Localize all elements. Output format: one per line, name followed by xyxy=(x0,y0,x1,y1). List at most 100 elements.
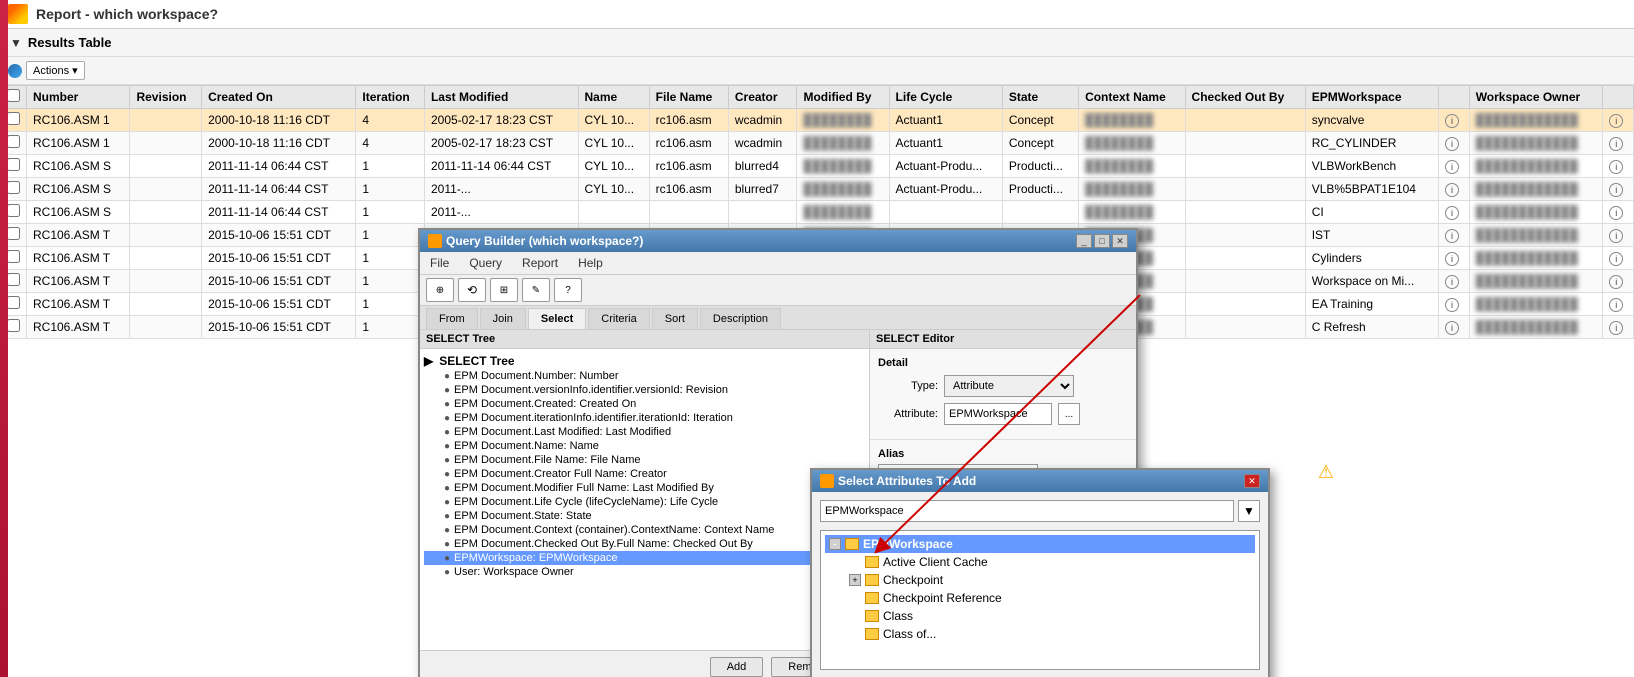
attribute-input[interactable] xyxy=(944,403,1052,425)
query-builder-titlebar[interactable]: Query Builder (which workspace?) _ □ ✕ xyxy=(420,230,1136,252)
info-button[interactable]: i xyxy=(1445,183,1459,197)
info-button[interactable]: i xyxy=(1445,206,1459,220)
toolbar-btn-1[interactable]: ⊕ xyxy=(426,278,454,302)
menu-report[interactable]: Report xyxy=(516,254,564,272)
tab-sort[interactable]: Sort xyxy=(652,308,698,329)
cell-info-btn[interactable]: i xyxy=(1439,155,1470,178)
tree-item[interactable]: ●EPM Document.State: State xyxy=(424,509,865,523)
info-button[interactable]: i xyxy=(1445,321,1459,335)
tree-item[interactable]: ●User: Workspace Owner xyxy=(424,565,865,579)
table-row[interactable]: RC106.ASM 1 2000-10-18 11:16 CDT 4 2005-… xyxy=(1,132,1634,155)
cell-info-btn[interactable]: i xyxy=(1439,293,1470,316)
type-select[interactable]: Attribute xyxy=(944,375,1074,397)
tab-select[interactable]: Select xyxy=(528,308,586,329)
tab-join[interactable]: Join xyxy=(480,308,526,329)
attrs-close-button[interactable]: ✕ xyxy=(1244,474,1260,488)
minimize-button[interactable]: _ xyxy=(1076,234,1092,248)
cell-info-btn[interactable]: i xyxy=(1439,132,1470,155)
attrs-titlebar[interactable]: Select Attributes To Add ✕ xyxy=(812,470,1268,492)
tree-content[interactable]: ▶ SELECT Tree ●EPM Document.Number: Numb… xyxy=(420,349,869,650)
cell-info-btn2[interactable]: i xyxy=(1603,109,1634,132)
tab-from[interactable]: From xyxy=(426,308,478,329)
attrs-tree-item[interactable]: -EPMWorkspace xyxy=(825,535,1255,553)
attrs-tree[interactable]: -EPMWorkspaceActive Client Cache+Checkpo… xyxy=(820,530,1260,670)
info-button-2[interactable]: i xyxy=(1609,160,1623,174)
maximize-button[interactable]: □ xyxy=(1094,234,1110,248)
expand-icon[interactable]: - xyxy=(829,538,841,550)
tree-item[interactable]: ●EPM Document.versionInfo.identifier.ver… xyxy=(424,383,865,397)
tree-item[interactable]: ●EPMWorkspace: EPMWorkspace xyxy=(424,551,865,565)
tree-item[interactable]: ●EPM Document.iterationInfo.identifier.i… xyxy=(424,411,865,425)
info-button-2[interactable]: i xyxy=(1609,206,1623,220)
cell-info-btn2[interactable]: i xyxy=(1603,293,1634,316)
select-all-checkbox[interactable] xyxy=(7,89,20,102)
cell-info-btn2[interactable]: i xyxy=(1603,201,1634,224)
info-button-2[interactable]: i xyxy=(1609,114,1623,128)
tree-item[interactable]: ●EPM Document.Name: Name xyxy=(424,439,865,453)
table-row[interactable]: RC106.ASM S 2011-11-14 06:44 CST 1 2011-… xyxy=(1,178,1634,201)
menu-help[interactable]: Help xyxy=(572,254,609,272)
tree-item[interactable]: ●EPM Document.Creator Full Name: Creator xyxy=(424,467,865,481)
toolbar-btn-4[interactable]: ✎ xyxy=(522,278,550,302)
cell-info-btn2[interactable]: i xyxy=(1603,270,1634,293)
table-row[interactable]: RC106.ASM S 2011-11-14 06:44 CST 1 2011-… xyxy=(1,155,1634,178)
cell-info-btn[interactable]: i xyxy=(1439,178,1470,201)
info-button[interactable]: i xyxy=(1445,229,1459,243)
cell-info-btn2[interactable]: i xyxy=(1603,247,1634,270)
info-button-2[interactable]: i xyxy=(1609,298,1623,312)
cell-info-btn[interactable]: i xyxy=(1439,224,1470,247)
info-button[interactable]: i xyxy=(1445,252,1459,266)
attrs-tree-item[interactable]: Class of... xyxy=(825,625,1255,643)
attrs-tree-item[interactable]: Checkpoint Reference xyxy=(825,589,1255,607)
info-button-2[interactable]: i xyxy=(1609,321,1623,335)
info-button-2[interactable]: i xyxy=(1609,275,1623,289)
info-button-2[interactable]: i xyxy=(1609,183,1623,197)
toolbar-btn-2[interactable]: ⟲ xyxy=(458,278,486,302)
cell-info-btn2[interactable]: i xyxy=(1603,178,1634,201)
table-row[interactable]: RC106.ASM 1 2000-10-18 11:16 CDT 4 2005-… xyxy=(1,109,1634,132)
info-button-2[interactable]: i xyxy=(1609,137,1623,151)
tree-item[interactable]: ●EPM Document.File Name: File Name xyxy=(424,453,865,467)
cell-info-btn2[interactable]: i xyxy=(1603,316,1634,339)
cell-info-btn[interactable]: i xyxy=(1439,247,1470,270)
tree-item[interactable]: ●EPM Document.Modifier Full Name: Last M… xyxy=(424,481,865,495)
cell-info-btn[interactable]: i xyxy=(1439,270,1470,293)
tree-item[interactable]: ●EPM Document.Context (container).Contex… xyxy=(424,523,865,537)
tree-item[interactable]: ●EPM Document.Number: Number xyxy=(424,369,865,383)
info-button[interactable]: i xyxy=(1445,275,1459,289)
tree-root-item[interactable]: ▶ SELECT Tree xyxy=(424,353,865,369)
attrs-tree-item[interactable]: Class xyxy=(825,607,1255,625)
attrs-search-input[interactable] xyxy=(820,500,1234,522)
table-row[interactable]: RC106.ASM S 2011-11-14 06:44 CST 1 2011-… xyxy=(1,201,1634,224)
attrs-dropdown-button[interactable]: ▼ xyxy=(1238,500,1260,522)
cell-info-btn2[interactable]: i xyxy=(1603,132,1634,155)
menu-file[interactable]: File xyxy=(424,254,455,272)
tab-criteria[interactable]: Criteria xyxy=(588,308,649,329)
attrs-tree-item[interactable]: +Checkpoint xyxy=(825,571,1255,589)
cell-info-btn2[interactable]: i xyxy=(1603,224,1634,247)
cell-info-btn[interactable]: i xyxy=(1439,201,1470,224)
tab-description[interactable]: Description xyxy=(700,308,781,329)
section-toggle[interactable]: ▼ xyxy=(10,36,22,50)
info-button[interactable]: i xyxy=(1445,160,1459,174)
info-button-2[interactable]: i xyxy=(1609,252,1623,266)
attrs-tree-item[interactable]: Active Client Cache xyxy=(825,553,1255,571)
info-button[interactable]: i xyxy=(1445,114,1459,128)
info-button[interactable]: i xyxy=(1445,137,1459,151)
attribute-browse-button[interactable]: ... xyxy=(1058,403,1080,425)
menu-query[interactable]: Query xyxy=(463,254,508,272)
toolbar-btn-help[interactable]: ? xyxy=(554,278,582,302)
cell-info-btn[interactable]: i xyxy=(1439,109,1470,132)
info-button-2[interactable]: i xyxy=(1609,229,1623,243)
cell-info-btn2[interactable]: i xyxy=(1603,155,1634,178)
add-button[interactable]: Add xyxy=(710,657,764,677)
expand-icon[interactable]: + xyxy=(849,574,861,586)
info-button[interactable]: i xyxy=(1445,298,1459,312)
close-button[interactable]: ✕ xyxy=(1112,234,1128,248)
tree-item[interactable]: ●EPM Document.Created: Created On xyxy=(424,397,865,411)
tree-item[interactable]: ●EPM Document.Last Modified: Last Modifi… xyxy=(424,425,865,439)
actions-button[interactable]: Actions ▾ xyxy=(26,61,85,80)
cell-info-btn[interactable]: i xyxy=(1439,316,1470,339)
tree-item[interactable]: ●EPM Document.Checked Out By.Full Name: … xyxy=(424,537,865,551)
tree-item[interactable]: ●EPM Document.Life Cycle (lifeCycleName)… xyxy=(424,495,865,509)
